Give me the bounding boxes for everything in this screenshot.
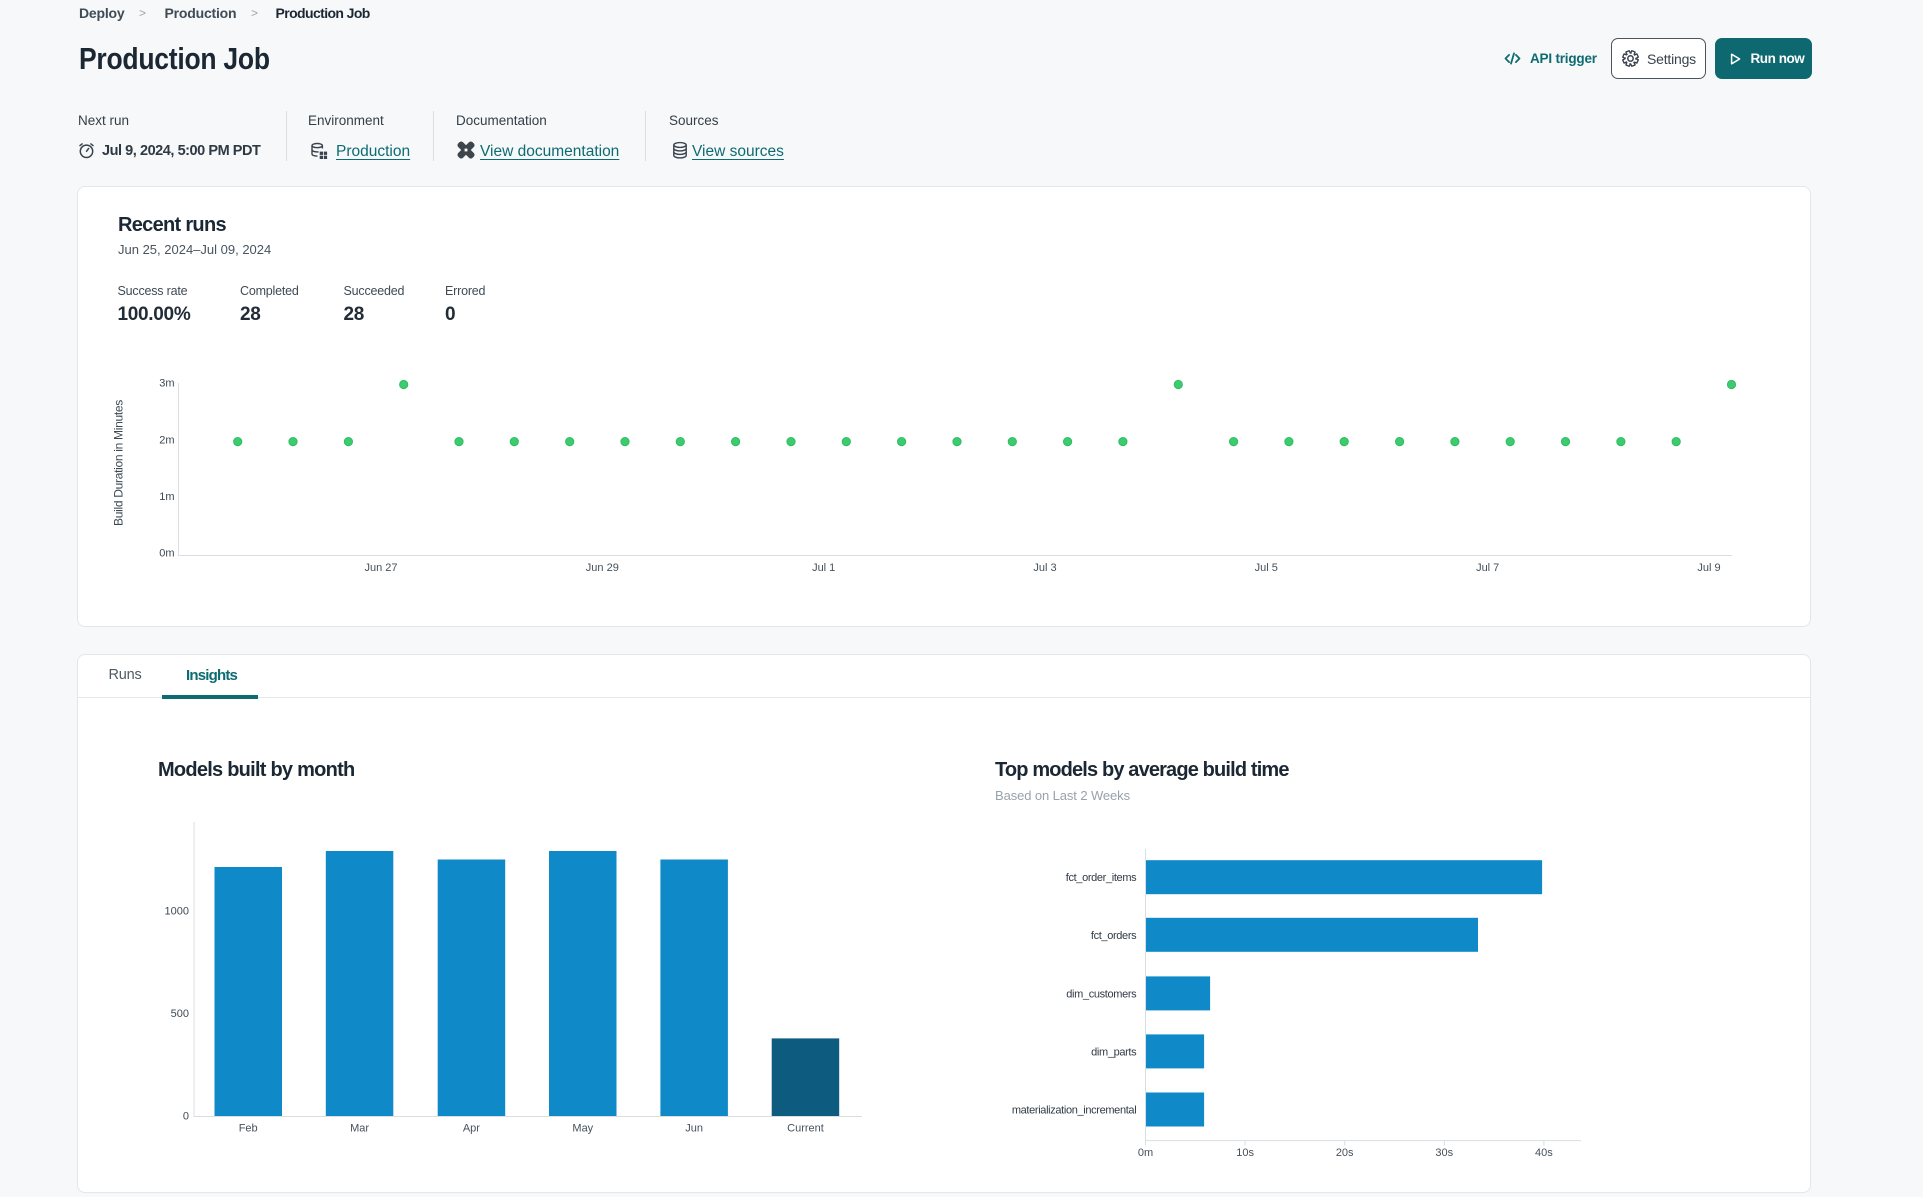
svg-text:dim_parts: dim_parts: [1091, 1046, 1137, 1058]
svg-text:fct_orders: fct_orders: [1091, 930, 1137, 942]
svg-text:Jun 29: Jun 29: [586, 562, 619, 574]
svg-text:Jul 5: Jul 5: [1255, 562, 1278, 574]
svg-text:2m: 2m: [159, 435, 174, 447]
svg-text:30s: 30s: [1435, 1147, 1453, 1159]
svg-text:dim_customers: dim_customers: [1066, 988, 1137, 1000]
svg-text:Jul 1: Jul 1: [812, 562, 835, 574]
svg-text:May: May: [572, 1123, 593, 1135]
svg-text:20s: 20s: [1336, 1147, 1354, 1159]
svg-text:Jul 7: Jul 7: [1476, 562, 1499, 574]
svg-text:500: 500: [171, 1008, 189, 1020]
svg-text:materialization_incremental: materialization_incremental: [1012, 1105, 1136, 1117]
svg-text:Mar: Mar: [350, 1123, 369, 1135]
svg-text:Apr: Apr: [463, 1123, 480, 1135]
svg-text:40s: 40s: [1535, 1147, 1553, 1159]
svg-text:Jul 9: Jul 9: [1697, 562, 1720, 574]
svg-text:Current: Current: [787, 1123, 824, 1135]
svg-text:1m: 1m: [159, 491, 174, 503]
svg-text:Feb: Feb: [239, 1123, 258, 1135]
svg-text:0m: 0m: [1138, 1147, 1153, 1159]
svg-text:Jun 27: Jun 27: [364, 562, 397, 574]
svg-text:1000: 1000: [165, 906, 189, 918]
svg-text:0: 0: [183, 1111, 189, 1123]
svg-text:Jul 3: Jul 3: [1033, 562, 1056, 574]
svg-text:0m: 0m: [159, 548, 174, 560]
svg-text:Build Duration in Minutes: Build Duration in Minutes: [112, 400, 126, 526]
svg-text:3m: 3m: [159, 378, 174, 390]
svg-text:fct_order_items: fct_order_items: [1066, 872, 1137, 884]
svg-text:Jun: Jun: [685, 1123, 703, 1135]
svg-text:10s: 10s: [1236, 1147, 1254, 1159]
